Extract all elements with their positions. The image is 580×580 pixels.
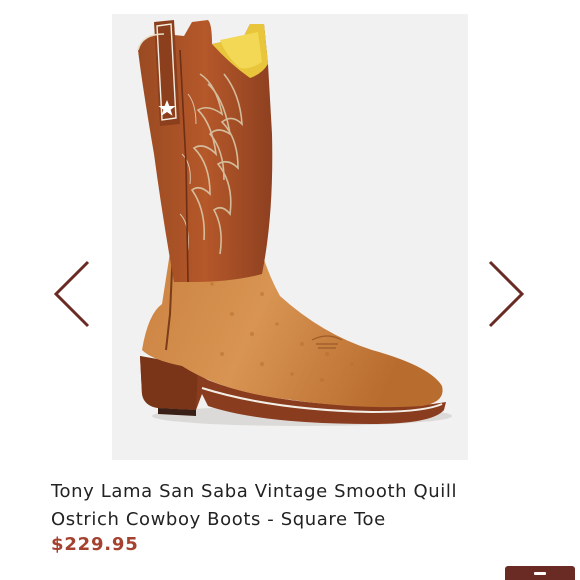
chevron-right-icon <box>488 260 525 328</box>
product-title[interactable]: Tony Lama San Saba Vintage Smooth Quill … <box>51 478 521 534</box>
product-price: $229.95 <box>51 534 139 555</box>
bag-icon <box>534 572 546 575</box>
next-image-button[interactable] <box>484 258 528 330</box>
add-to-cart-button[interactable] <box>505 566 575 580</box>
chevron-left-icon <box>53 260 90 328</box>
previous-image-button[interactable] <box>50 258 94 330</box>
product-image[interactable] <box>112 14 468 460</box>
product-page: Tony Lama San Saba Vintage Smooth Quill … <box>0 0 580 580</box>
cowboy-boot-illustration <box>137 20 452 426</box>
